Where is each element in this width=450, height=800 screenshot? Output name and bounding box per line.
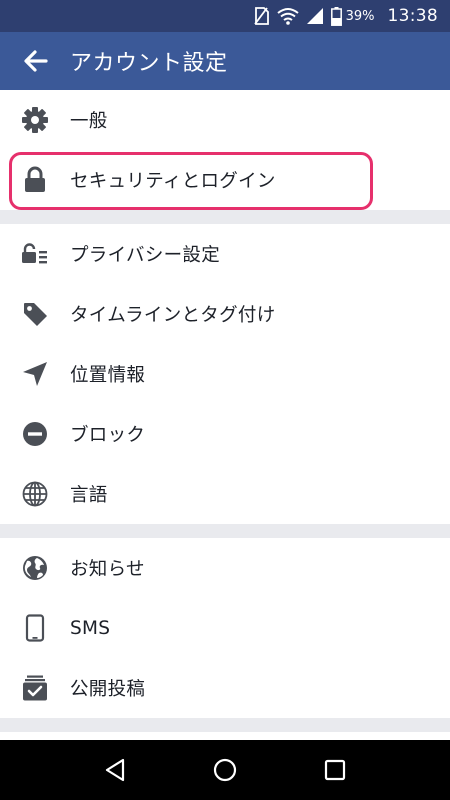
tag-icon xyxy=(24,303,47,326)
settings-item-label: 一般 xyxy=(70,111,108,132)
globe-grid-icon xyxy=(22,481,48,507)
settings-item-label: セキュリティとログイン xyxy=(70,171,276,192)
settings-item-label: 位置情報 xyxy=(70,365,146,386)
no-sim-icon xyxy=(252,6,270,26)
settings-item-security-login[interactable]: セキュリティとログイン xyxy=(0,150,450,210)
battery-icon xyxy=(330,6,342,26)
globe-icon xyxy=(23,556,47,580)
section-divider xyxy=(0,718,450,732)
settings-item-blocking[interactable]: ブロック xyxy=(0,404,450,464)
status-bar: 39% 13:38 xyxy=(0,0,450,32)
nav-recents-button[interactable] xyxy=(305,740,365,800)
back-button[interactable] xyxy=(6,32,66,90)
settings-item-label: SMS xyxy=(70,617,111,639)
back-triangle-icon xyxy=(105,758,125,782)
section-divider xyxy=(0,210,450,224)
clock: 13:38 xyxy=(387,6,438,26)
settings-item-label: ブロック xyxy=(70,425,146,446)
page-title: アカウント設定 xyxy=(70,51,228,76)
signal-icon xyxy=(306,7,324,25)
settings-item-language[interactable]: 言語 xyxy=(0,464,450,524)
arrow-left-icon xyxy=(24,50,48,72)
nav-home-button[interactable] xyxy=(195,740,255,800)
settings-item-location[interactable]: 位置情報 xyxy=(0,344,450,404)
settings-item-sms[interactable]: SMS xyxy=(0,598,450,658)
settings-item-label: お知らせ xyxy=(70,559,145,580)
settings-item-public-posts[interactable]: 公開投稿 xyxy=(0,658,450,718)
location-arrow-icon xyxy=(23,362,47,386)
settings-list: 一般 セキュリティとログイン プライバシー設定 タイムラインとタグ付け 位置情報… xyxy=(0,90,450,740)
battery-percentage: 39% xyxy=(345,8,375,24)
settings-item-label: 言語 xyxy=(70,485,108,506)
settings-item-label: プライバシー設定 xyxy=(70,245,221,266)
public-posts-icon xyxy=(23,675,47,701)
settings-item-timeline-tagging[interactable]: タイムラインとタグ付け xyxy=(0,284,450,344)
recents-square-icon xyxy=(324,759,346,781)
lock-icon xyxy=(25,166,45,192)
section-divider xyxy=(0,524,450,538)
lock-list-icon xyxy=(22,243,47,264)
app-bar: アカウント設定 xyxy=(0,32,450,90)
settings-item-general[interactable]: 一般 xyxy=(0,90,450,150)
gear-icon xyxy=(22,107,48,133)
block-icon xyxy=(23,422,47,446)
settings-item-label: タイムラインとタグ付け xyxy=(70,305,276,326)
wifi-icon xyxy=(276,7,299,25)
settings-item-privacy[interactable]: プライバシー設定 xyxy=(0,224,450,284)
nav-back-button[interactable] xyxy=(85,740,145,800)
system-nav-bar xyxy=(0,740,450,800)
settings-item-label: 公開投稿 xyxy=(70,679,146,700)
phone-icon xyxy=(25,614,45,642)
home-circle-icon xyxy=(213,758,237,782)
settings-item-notifications[interactable]: お知らせ xyxy=(0,538,450,598)
